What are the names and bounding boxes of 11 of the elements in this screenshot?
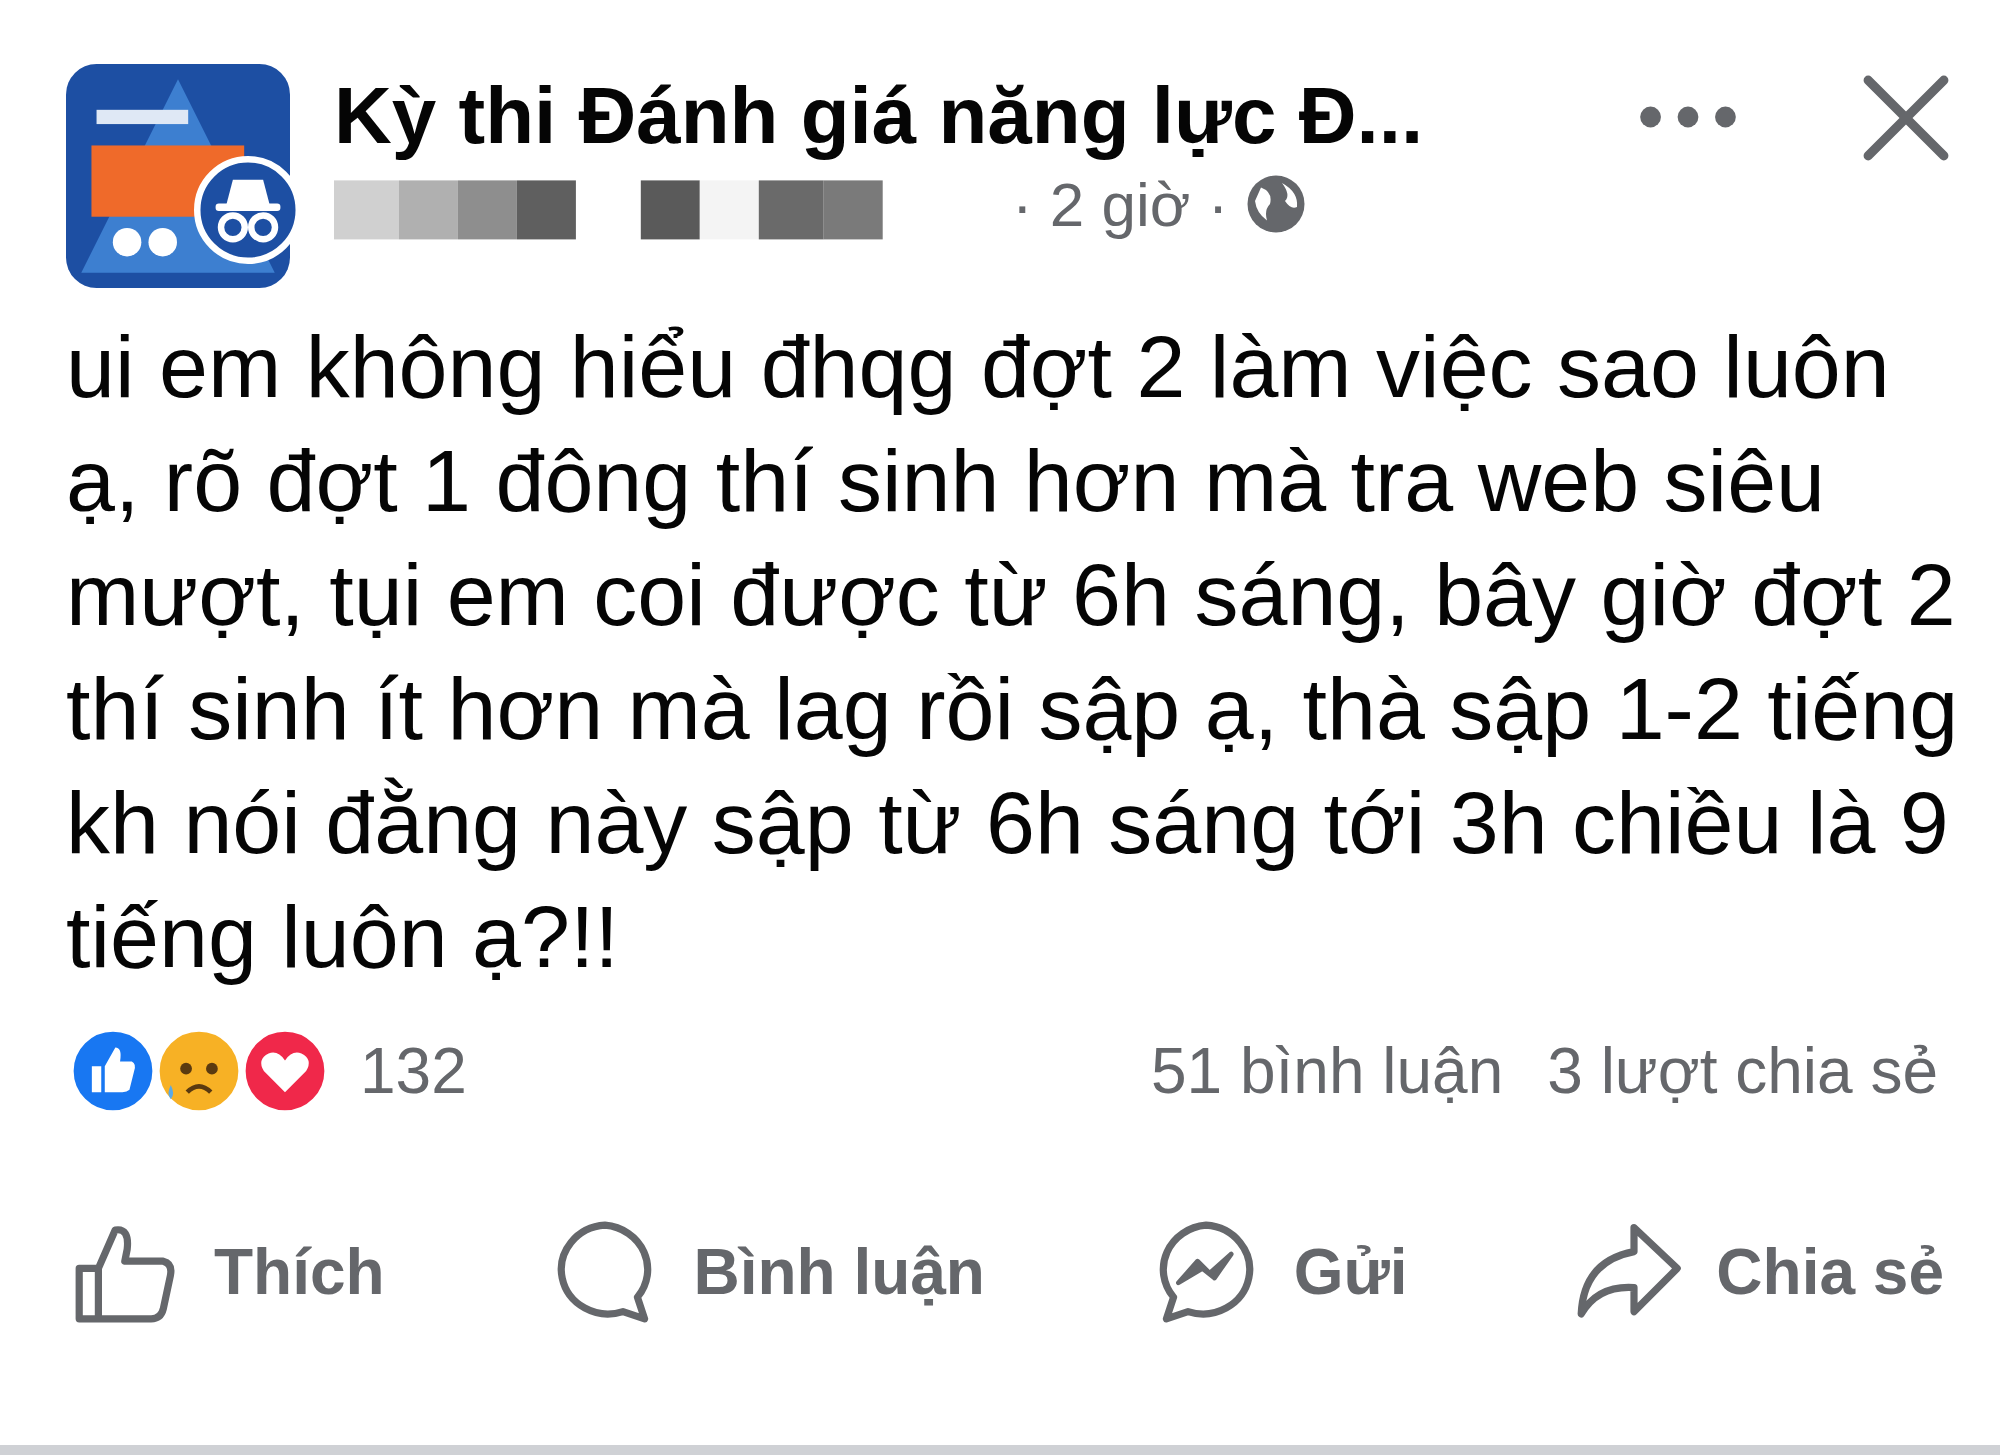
share-button[interactable]: Chia sẻ [1574,1218,1944,1326]
post-text: ui em không hiểu đhqg đợt 2 làm việc sao luôn ạ, rõ đợt 1 đông thí sinh hơn mà tra web siêu mượt, tụi em coi được từ 6h sáng, bây giờ đợt 2 thí sinh ít hơn mà lag rồi sập ạ, thà sập 1-2 tiếng kh nói đằng này sập từ 6h sáng tới 3h chiều là 9 tiếng luôn ạ?!! [66,316,1960,988]
page-name[interactable]: Kỳ thi Đánh giá năng lực Đ... [334,68,1636,164]
share-count[interactable]: 3 lượt chia sẻ [1547,1034,1938,1108]
send-button[interactable]: Gửi [1151,1218,1408,1326]
like-button[interactable]: Thích [72,1218,385,1326]
globe-icon [1246,174,1307,234]
reaction-count[interactable]: 132 [360,1034,467,1108]
comment-button[interactable]: Bình luận [551,1218,985,1326]
post-time: · 2 giờ · [1012,168,1229,240]
comment-count[interactable]: 51 bình luận [1150,1034,1504,1108]
